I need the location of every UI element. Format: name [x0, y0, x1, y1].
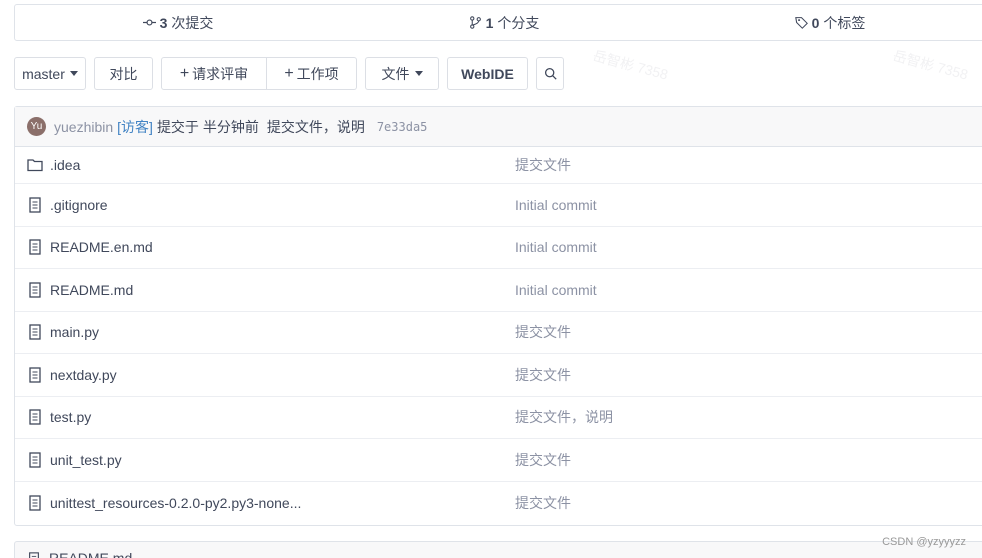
tag-icon — [794, 17, 808, 29]
file-row[interactable]: .idea 提交文件 — [15, 147, 982, 184]
file-name[interactable]: unittest_resources-0.2.0-py2.py3-none... — [50, 495, 301, 511]
branch-name: master — [22, 65, 65, 82]
file-name[interactable]: unit_test.py — [50, 452, 122, 468]
readme-title: README.md — [49, 550, 133, 558]
commits-count: 3 — [159, 14, 168, 31]
file-commit-message[interactable]: 提交文件 — [515, 450, 571, 470]
webide-button[interactable]: WebIDE — [447, 57, 528, 90]
webide-label: WebIDE — [461, 65, 514, 82]
file-commit-message[interactable]: 提交文件 — [515, 322, 571, 342]
file-name[interactable]: .gitignore — [50, 197, 108, 213]
file-icon — [29, 495, 41, 511]
file-list: Yu yuezhibin [访客] 提交于 半分钟前 提交文件，说明 7e33d… — [14, 106, 982, 526]
watermark: 岳智彬 7358 — [591, 47, 670, 83]
branch-icon — [469, 16, 481, 29]
file-icon — [29, 282, 41, 298]
file-row[interactable]: main.py 提交文件 — [15, 312, 982, 354]
file-icon — [29, 324, 41, 340]
repo-stats-bar: 3 次提交 1 个分支 0 个标签 — [14, 4, 982, 41]
pr-work-group: + 请求评审 + 工作项 — [161, 57, 357, 90]
plus-icon: + — [284, 64, 294, 82]
file-row[interactable]: README.en.md Initial commit — [15, 227, 982, 269]
latest-commit: Yu yuezhibin [访客] 提交于 半分钟前 提交文件，说明 7e33d… — [15, 107, 982, 147]
file-name[interactable]: nextday.py — [50, 367, 117, 383]
file-name[interactable]: main.py — [50, 324, 99, 340]
compare-button[interactable]: 对比 — [94, 57, 153, 90]
file-commit-message[interactable]: 提交文件 — [515, 365, 571, 385]
file-row[interactable]: README.md Initial commit — [15, 269, 982, 312]
tags-label: 个标签 — [823, 14, 866, 31]
file-commit-message[interactable]: 提交文件 — [515, 493, 571, 513]
watermark: 岳智彬 7358 — [891, 47, 970, 83]
readme-header: README.md — [14, 541, 982, 558]
branches-label: 个分支 — [497, 14, 540, 31]
file-row[interactable]: .gitignore Initial commit — [15, 184, 982, 227]
tags-count: 0 — [811, 14, 820, 31]
file-commit-message[interactable]: Initial commit — [515, 197, 597, 213]
file-icon — [29, 197, 41, 213]
tags-stat[interactable]: 0 个标签 — [667, 13, 982, 33]
file-commit-message[interactable]: Initial commit — [515, 239, 597, 255]
file-row[interactable]: unit_test.py 提交文件 — [15, 439, 982, 482]
branch-select[interactable]: master — [14, 57, 86, 90]
file-row[interactable]: unittest_resources-0.2.0-py2.py3-none...… — [15, 482, 982, 525]
work-item-label: 工作项 — [296, 65, 339, 82]
commit-hash[interactable]: 7e33da5 — [377, 120, 428, 134]
compare-label: 对比 — [109, 65, 138, 82]
chevron-down-icon — [414, 71, 423, 76]
commit-message[interactable]: 提交文件，说明 — [267, 117, 365, 137]
file-row[interactable]: nextday.py 提交文件 — [15, 354, 982, 397]
avatar[interactable]: Yu — [27, 117, 46, 136]
pull-request-label: 请求评审 — [192, 65, 249, 82]
file-name[interactable]: README.en.md — [50, 239, 153, 255]
file-icon — [29, 367, 41, 383]
branches-count: 1 — [485, 14, 494, 31]
file-icon — [29, 239, 41, 255]
commits-stat[interactable]: 3 次提交 — [15, 13, 341, 33]
file-commit-message[interactable]: 提交文件 — [515, 155, 571, 175]
commit-time: 提交于 半分钟前 — [156, 118, 259, 135]
file-name[interactable]: README.md — [50, 282, 133, 298]
file-icon — [29, 409, 41, 425]
file-name[interactable]: test.py — [50, 409, 91, 425]
pull-request-button[interactable]: + 请求评审 — [161, 57, 267, 90]
commit-icon — [142, 19, 156, 26]
file-icon — [29, 452, 41, 468]
file-row[interactable]: test.py 提交文件，说明 — [15, 397, 982, 439]
file-menu-button[interactable]: 文件 — [365, 57, 439, 90]
file-icon — [29, 552, 39, 558]
search-button[interactable] — [536, 57, 564, 90]
author-role: [访客] — [117, 118, 153, 135]
plus-icon: + — [179, 64, 190, 82]
file-name[interactable]: .idea — [50, 157, 80, 173]
file-menu-label: 文件 — [381, 65, 410, 82]
chevron-down-icon — [69, 71, 78, 76]
commit-author[interactable]: yuezhibin — [54, 119, 113, 135]
commits-label: 次提交 — [171, 14, 214, 31]
branches-stat[interactable]: 1 个分支 — [341, 13, 667, 33]
file-commit-message[interactable]: 提交文件，说明 — [515, 407, 613, 427]
file-commit-message[interactable]: Initial commit — [515, 282, 597, 298]
site-watermark: CSDN @yzyyyzz — [882, 536, 966, 548]
work-item-button[interactable]: + 工作项 — [267, 57, 357, 90]
repo-toolbar: master 对比 + 请求评审 + 工作项 文件 WebIDE — [14, 57, 564, 90]
search-icon — [544, 67, 557, 80]
folder-icon — [27, 159, 43, 172]
